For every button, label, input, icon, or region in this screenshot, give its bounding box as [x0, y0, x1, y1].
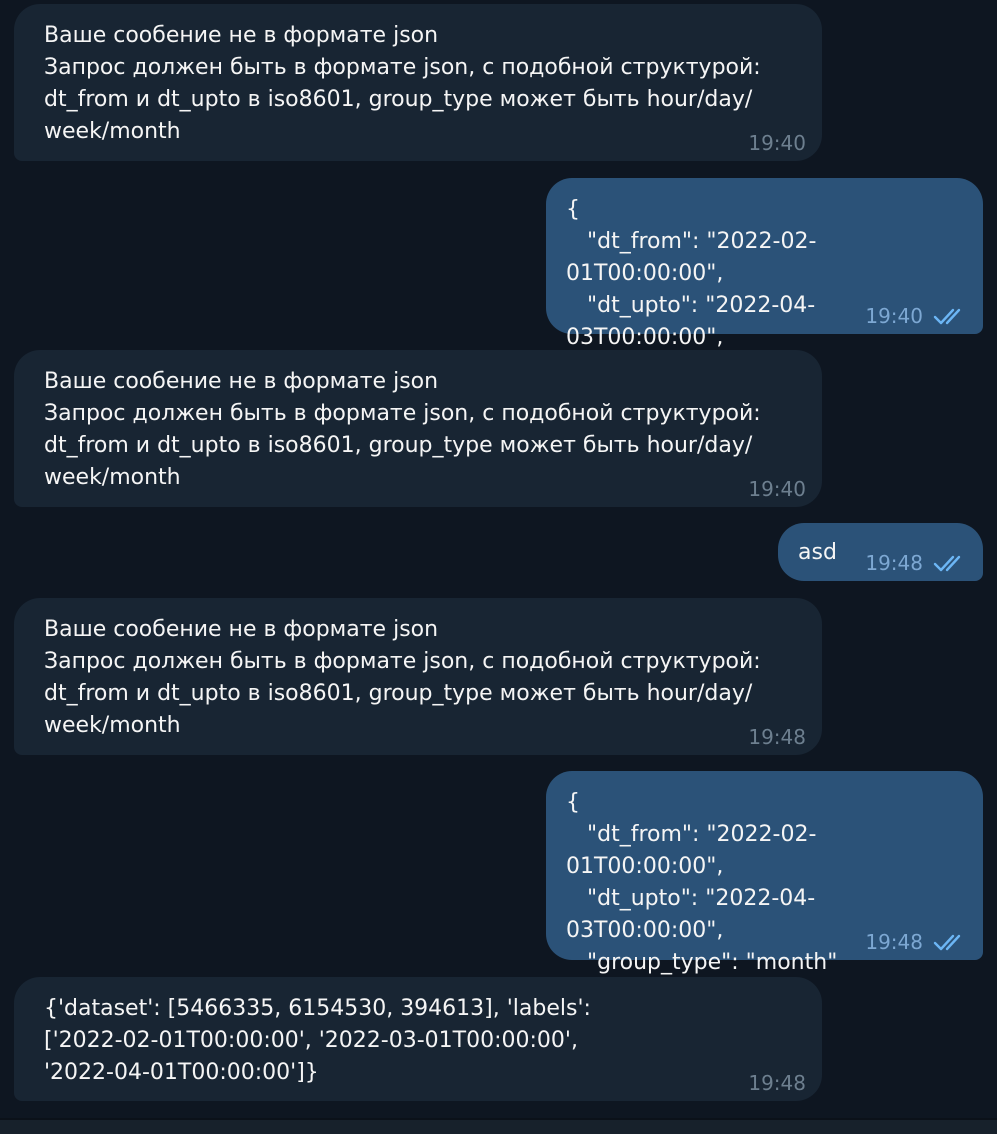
read-checkmarks-icon — [933, 933, 967, 951]
message-outgoing[interactable]: { "dt_from": "2022-02-01T00:00:00", "dt_… — [546, 178, 983, 382]
message-meta: 19:48 — [865, 551, 967, 575]
chat-history[interactable]: Ваше сообение не в формате json Запрос д… — [0, 0, 997, 1120]
read-checkmarks-icon — [933, 554, 967, 572]
message-time: 19:48 — [865, 930, 923, 954]
message-incoming[interactable]: Ваше сообение не в формате json Запрос д… — [14, 4, 822, 161]
message-meta: 19:48 — [748, 725, 806, 749]
message-text: Ваше сообение не в формате json Запрос д… — [44, 617, 761, 738]
message-time: 19:48 — [748, 1071, 806, 1095]
message-incoming[interactable]: Ваше сообение не в формате json Запрос д… — [14, 598, 822, 755]
message-time: 19:40 — [748, 477, 806, 501]
message-outgoing[interactable]: { "dt_from": "2022-02-01T00:00:00", "dt_… — [546, 771, 983, 1007]
message-meta: 19:40 — [748, 477, 806, 501]
message-meta: 19:40 — [748, 131, 806, 155]
message-text: {'dataset': [5466335, 6154530, 394613], … — [44, 996, 591, 1085]
read-checkmarks-icon — [933, 307, 967, 325]
message-incoming[interactable]: Ваше сообение не в формате json Запрос д… — [14, 350, 822, 507]
message-text: Ваше сообение не в формате json Запрос д… — [44, 369, 761, 490]
message-time: 19:40 — [865, 304, 923, 328]
message-time: 19:40 — [748, 131, 806, 155]
message-time: 19:48 — [865, 551, 923, 575]
message-time: 19:48 — [748, 725, 806, 749]
message-meta: 19:48 — [748, 1071, 806, 1095]
message-text: Ваше сообение не в формате json Запрос д… — [44, 23, 761, 144]
message-meta: 19:48 — [865, 930, 967, 954]
message-incoming[interactable]: {'dataset': [5466335, 6154530, 394613], … — [14, 977, 822, 1101]
message-outgoing[interactable]: asd 19:48 — [778, 523, 983, 581]
message-composer-bar[interactable] — [0, 1120, 997, 1134]
message-meta: 19:40 — [865, 304, 967, 328]
